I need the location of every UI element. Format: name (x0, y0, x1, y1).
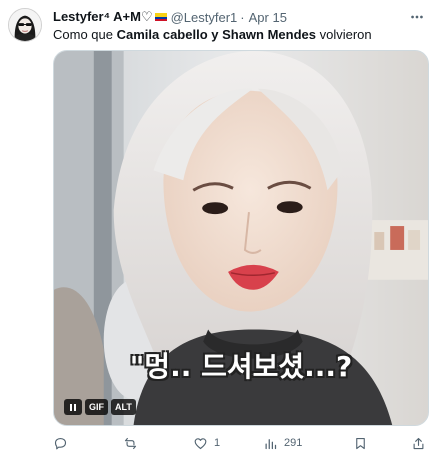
tweet-date[interactable]: Apr 15 (249, 10, 287, 25)
media-badges: GIF ALT (64, 399, 136, 415)
colombia-flag-icon (154, 13, 167, 21)
tweet-text: Como que Camila cabello y Shawn Mendes v… (53, 27, 426, 43)
share-icon (413, 437, 424, 449)
retweet-button[interactable] (123, 434, 144, 452)
avatar-image (9, 9, 41, 41)
retweet-icon (124, 437, 137, 449)
pause-icon (70, 403, 76, 411)
tweet-text-bold: Camila cabello y Shawn Mendes (116, 27, 316, 42)
more-options-icon[interactable] (408, 8, 426, 26)
gif-caption: "멍.. 드셔보셨...? (129, 350, 353, 383)
alt-button[interactable]: ALT (111, 399, 136, 415)
views-button[interactable]: 291 (263, 434, 302, 452)
like-count: 1 (214, 437, 221, 449)
views-count: 291 (284, 437, 303, 449)
bookmark-button[interactable] (353, 434, 368, 452)
tweet: Lestyfer⁴ A+M♡ @Lestyfer1 · Apr 15 Como … (0, 0, 438, 456)
separator-dot: · (240, 9, 245, 25)
reply-button[interactable] (53, 434, 74, 452)
tweet-text-suffix: volvieron (316, 27, 372, 42)
tweet-actions: 1 291 (53, 434, 429, 452)
heart-icon (194, 437, 207, 449)
share-button[interactable] (411, 434, 426, 452)
tweet-text-prefix: Como que (53, 27, 117, 42)
gif-media[interactable]: "멍.. 드셔보셨...? GIF ALT (53, 50, 429, 426)
gif-badge: GIF (85, 399, 108, 415)
author-display-name[interactable]: Lestyfer⁴ A+M♡ (53, 9, 153, 25)
views-icon (265, 438, 277, 449)
avatar[interactable] (8, 8, 42, 42)
tweet-header: Lestyfer⁴ A+M♡ @Lestyfer1 · Apr 15 (53, 8, 426, 26)
like-button[interactable]: 1 (193, 434, 220, 452)
author-handle[interactable]: @Lestyfer1 (171, 10, 238, 25)
bookmark-icon (356, 437, 365, 449)
pause-button[interactable] (64, 399, 82, 415)
reply-icon (54, 437, 67, 449)
